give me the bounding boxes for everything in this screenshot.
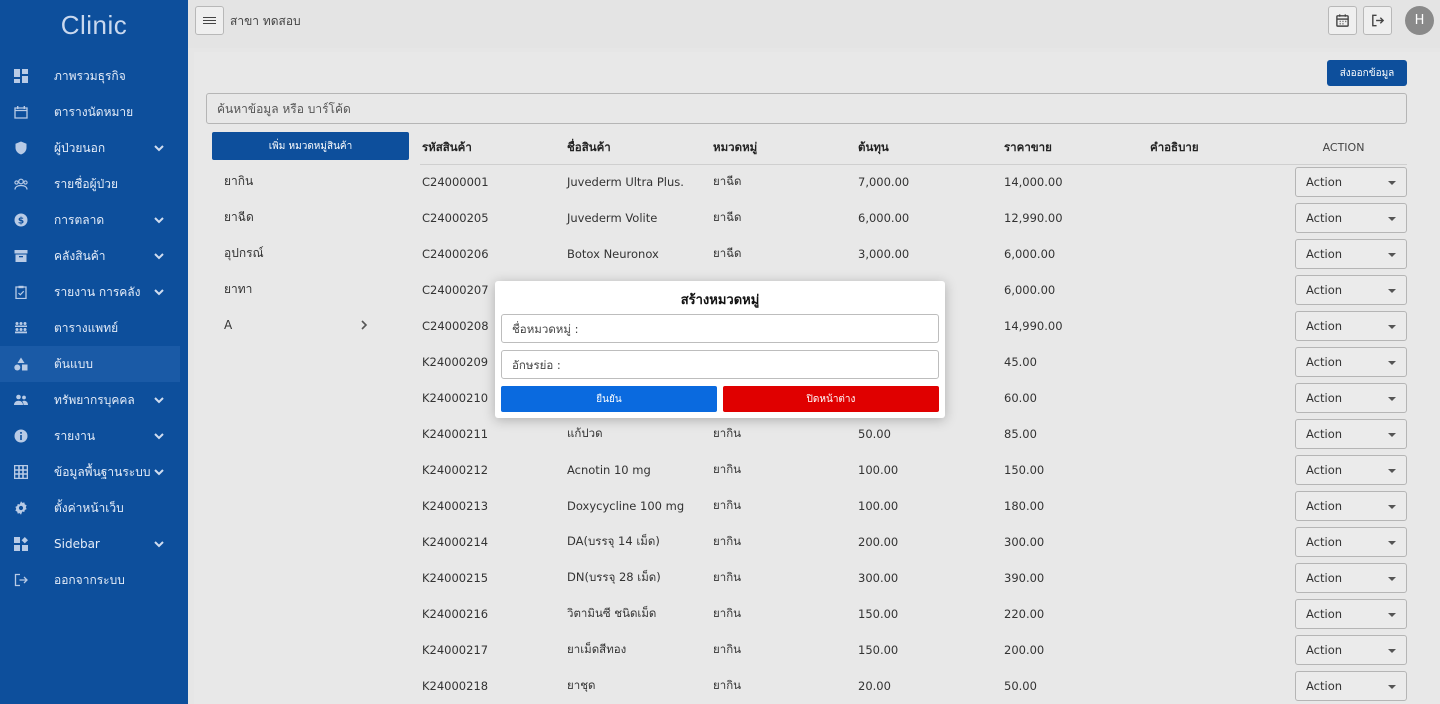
close-modal-button[interactable]: ปิดหน้าต่าง bbox=[723, 386, 939, 412]
create-category-modal: สร้างหมวดหมู่ ยืนยัน ปิดหน้าต่าง bbox=[495, 281, 945, 418]
confirm-button[interactable]: ยืนยัน bbox=[501, 386, 717, 412]
modal-overlay[interactable]: สร้างหมวดหมู่ ยืนยัน ปิดหน้าต่าง bbox=[0, 0, 1440, 704]
modal-title: สร้างหมวดหมู่ bbox=[680, 293, 760, 308]
category-abbr-input[interactable] bbox=[501, 350, 939, 379]
category-name-input[interactable] bbox=[501, 314, 939, 343]
